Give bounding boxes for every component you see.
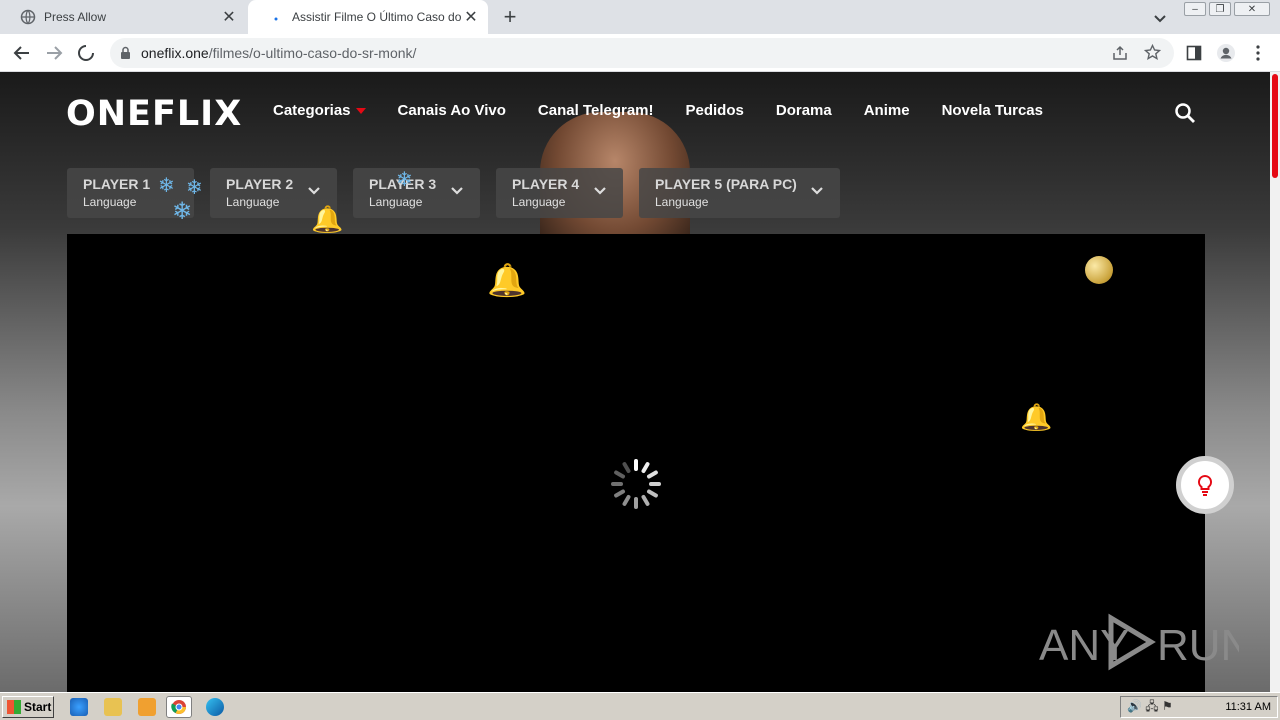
tab-search-icon[interactable] xyxy=(1150,8,1170,28)
bells-icon: 🔔 xyxy=(1020,402,1053,432)
forward-icon[interactable] xyxy=(42,41,66,65)
edge-icon[interactable] xyxy=(206,698,224,716)
tab-press-allow[interactable]: Press Allow ✕ xyxy=(8,0,246,34)
player-3-button[interactable]: PLAYER 3 Language xyxy=(353,168,480,218)
side-panel-icon[interactable] xyxy=(1182,41,1206,65)
nav-canal-telegram[interactable]: Canal Telegram! xyxy=(538,102,654,119)
nav-canais-ao-vivo[interactable]: Canais Ao Vivo xyxy=(398,102,506,119)
restore-icon[interactable]: ❐ xyxy=(1209,2,1231,16)
tab-title: Assistir Filme O Último Caso do Sr. M xyxy=(292,10,462,24)
ornament-ball-icon xyxy=(1085,256,1113,284)
bookmark-star-icon[interactable] xyxy=(1143,43,1162,66)
tab-oneflix[interactable]: Assistir Filme O Último Caso do Sr. M ✕ xyxy=(248,0,488,34)
clock[interactable]: 11:31 AM xyxy=(1225,701,1271,713)
chevron-down-icon xyxy=(594,187,606,195)
new-tab-button[interactable]: + xyxy=(498,4,522,29)
bells-icon: 🔔 xyxy=(311,204,344,234)
player-5-button[interactable]: PLAYER 5 (PARA PC) Language xyxy=(639,168,840,218)
chevron-down-icon xyxy=(811,187,823,195)
scrollbar-thumb[interactable] xyxy=(1272,74,1278,178)
bells-icon: 🔔 xyxy=(487,262,527,298)
caret-down-icon xyxy=(355,108,366,115)
system-tray: 🔊 🖧 ⚑ 11:31 AM xyxy=(1120,696,1278,718)
snowflake-icon: ❄ xyxy=(186,177,203,199)
close-window-icon[interactable]: ✕ xyxy=(1234,2,1270,16)
globe-icon xyxy=(20,9,36,25)
snowflake-icon: ❄ xyxy=(396,169,413,191)
site-logo[interactable]: ONEFLIX xyxy=(66,94,242,134)
tray-icons[interactable]: 🔊 🖧 ⚑ xyxy=(1127,697,1173,718)
nav-pedidos[interactable]: Pedidos xyxy=(686,102,744,119)
search-icon[interactable] xyxy=(1174,102,1196,124)
close-tab-icon[interactable]: ✕ xyxy=(220,8,238,26)
player-4-button[interactable]: PLAYER 4 Language xyxy=(496,168,623,218)
nav-anime[interactable]: Anime xyxy=(864,102,910,119)
nav-categorias[interactable]: Categorias xyxy=(273,102,366,119)
page-scrollbar[interactable] xyxy=(1270,72,1280,692)
anyrun-watermark: ANY RUN xyxy=(1039,610,1252,674)
windows-logo-icon xyxy=(7,700,21,714)
tab-title: Press Allow xyxy=(44,10,107,24)
browser-toolbar: oneflix.one/filmes/o-ultimo-caso-do-sr-m… xyxy=(0,34,1280,72)
main-nav: Categorias Canais Ao Vivo Canal Telegram… xyxy=(273,102,1075,119)
chrome-taskbar-button[interactable] xyxy=(166,696,192,718)
lightbulb-toggle-button[interactable] xyxy=(1176,456,1234,514)
snowflake-icon: ❄ xyxy=(172,198,193,225)
chevron-down-icon xyxy=(308,187,320,195)
profile-avatar-icon[interactable] xyxy=(1214,41,1238,65)
file-explorer-icon[interactable] xyxy=(104,698,122,716)
nav-novela-turcas[interactable]: Novela Turcas xyxy=(942,102,1043,119)
windows-taskbar: Start 🔊 🖧 ⚑ 11:31 AM xyxy=(0,692,1280,720)
lightbulb-icon xyxy=(1197,474,1213,496)
start-button[interactable]: Start xyxy=(2,696,54,718)
nav-dorama[interactable]: Dorama xyxy=(776,102,832,119)
stop-loading-icon[interactable] xyxy=(74,41,98,65)
video-player[interactable]: ANY RUN xyxy=(67,234,1252,692)
loading-spinner-icon xyxy=(611,459,661,509)
close-tab-icon[interactable]: ✕ xyxy=(462,8,480,26)
minimize-icon[interactable]: – xyxy=(1184,2,1206,16)
loading-dot-icon xyxy=(268,9,284,25)
lock-icon[interactable] xyxy=(120,46,131,65)
address-bar[interactable]: oneflix.one/filmes/o-ultimo-caso-do-sr-m… xyxy=(110,38,1174,68)
url-text: oneflix.one/filmes/o-ultimo-caso-do-sr-m… xyxy=(141,45,417,61)
share-icon[interactable] xyxy=(1112,45,1128,66)
web-page: ONEFLIX Categorias Canais Ao Vivo Canal … xyxy=(0,72,1270,692)
snowflake-icon: ❄ xyxy=(158,175,175,197)
chevron-down-icon xyxy=(451,187,463,195)
back-icon[interactable] xyxy=(10,41,34,65)
tab-strip: Press Allow ✕ Assistir Filme O Último Ca… xyxy=(0,0,1280,34)
menu-kebab-icon[interactable] xyxy=(1246,41,1270,65)
internet-explorer-icon[interactable] xyxy=(70,698,88,716)
media-player-icon[interactable] xyxy=(138,698,156,716)
watermark-right-text: RUN xyxy=(1157,621,1239,670)
